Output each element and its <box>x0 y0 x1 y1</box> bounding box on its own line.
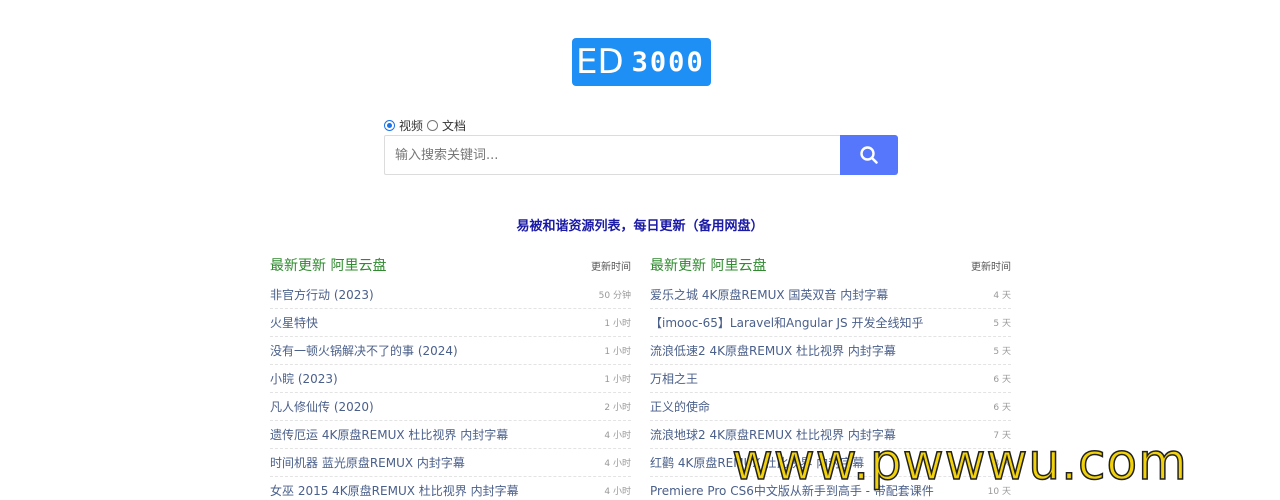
site-logo[interactable]: ED 3000 <box>572 38 711 86</box>
list-item-time: 4 小时 <box>604 459 631 469</box>
search-button[interactable] <box>840 135 898 175</box>
backup-list-link[interactable]: 易被和谐资源列表，每日更新（备用网盘） <box>0 215 1280 234</box>
list-item-time: 1 小时 <box>604 375 631 385</box>
list-item: 没有一顿火锅解决不了的事 (2024) 1 小时 <box>270 337 631 365</box>
list-time-header: 更新时间 <box>591 261 631 273</box>
list-item: 万相之王 6 天 <box>650 365 1011 393</box>
list-item: 时间机器 蓝光原盘REMUX 内封字幕 4 小时 <box>270 449 631 477</box>
list-item-link[interactable]: 非官方行动 (2023) <box>270 286 374 303</box>
radio-video-label[interactable]: 视频 <box>399 117 423 134</box>
list-item-link[interactable]: 凡人修仙传 (2020) <box>270 398 374 415</box>
list-item-time: 6 天 <box>993 375 1011 385</box>
radio-video[interactable] <box>384 120 395 131</box>
list-title: 最新更新 阿里云盘 <box>270 258 387 274</box>
list-item-link[interactable]: 小睆 (2023) <box>270 370 338 387</box>
list-item-link[interactable]: 爱乐之城 4K原盘REMUX 国英双音 内封字幕 <box>650 286 888 303</box>
list-item-time: 1 小时 <box>604 319 631 329</box>
watermark-text: www.pwwwu.com <box>731 432 1188 492</box>
search-input[interactable] <box>384 135 840 175</box>
list-item-link[interactable]: 流浪低速2 4K原盘REMUX 杜比视界 内封字幕 <box>650 342 896 359</box>
list-item: 女巫 2015 4K原盘REMUX 杜比视界 内封字幕 4 小时 <box>270 477 631 500</box>
list-header: 最新更新 阿里云盘 更新时间 <box>650 254 1011 276</box>
list-item: 火星特快 1 小时 <box>270 309 631 337</box>
list-header: 最新更新 阿里云盘 更新时间 <box>270 254 631 276</box>
search-icon <box>860 146 878 164</box>
list-item: 非官方行动 (2023) 50 分钟 <box>270 281 631 309</box>
list-time-header: 更新时间 <box>971 261 1011 273</box>
list-item: 小睆 (2023) 1 小时 <box>270 365 631 393</box>
logo-text-ed: ED <box>572 38 628 86</box>
list-item-link[interactable]: 正义的使命 <box>650 398 710 415</box>
list-item-link[interactable]: 女巫 2015 4K原盘REMUX 杜比视界 内封字幕 <box>270 482 519 499</box>
list-item: 爱乐之城 4K原盘REMUX 国英双音 内封字幕 4 天 <box>650 281 1011 309</box>
page: ED 3000 视频 文档 易被和谐资源列表，每日更新（备用网盘） 最新更新 阿… <box>0 0 1280 500</box>
list-item-link[interactable]: 【imooc-65】Laravel和Angular JS 开发全线知乎 <box>650 314 924 331</box>
search-type-selector: 视频 文档 <box>384 117 470 134</box>
radio-document-label[interactable]: 文档 <box>442 117 466 134</box>
list-item-link[interactable]: 遗传厄运 4K原盘REMUX 杜比视界 内封字幕 <box>270 426 508 443</box>
radio-document[interactable] <box>427 120 439 131</box>
list-item: 【imooc-65】Laravel和Angular JS 开发全线知乎 5 天 <box>650 309 1011 337</box>
list-item: 凡人修仙传 (2020) 2 小时 <box>270 393 631 421</box>
left-update-list: 最新更新 阿里云盘 更新时间 非官方行动 (2023) 50 分钟 火星特快 1… <box>270 254 631 500</box>
list-item-time: 2 小时 <box>604 403 631 413</box>
list-item-time: 5 天 <box>993 347 1011 357</box>
list-item-time: 4 小时 <box>604 431 631 441</box>
list-item-time: 6 天 <box>993 403 1011 413</box>
list-item-time: 5 天 <box>993 319 1011 329</box>
list-item: 遗传厄运 4K原盘REMUX 杜比视界 内封字幕 4 小时 <box>270 421 631 449</box>
list-item-time: 4 天 <box>993 291 1011 301</box>
list-item: 正义的使命 6 天 <box>650 393 1011 421</box>
list-item-link[interactable]: 万相之王 <box>650 370 698 387</box>
list-title: 最新更新 阿里云盘 <box>650 258 767 274</box>
search-bar <box>384 135 898 175</box>
list-item-link[interactable]: 时间机器 蓝光原盘REMUX 内封字幕 <box>270 454 465 471</box>
list-item-link[interactable]: 没有一顿火锅解决不了的事 (2024) <box>270 342 458 359</box>
list-item-time: 4 小时 <box>604 487 631 497</box>
list-item-time: 1 小时 <box>604 347 631 357</box>
logo-text-number: 3000 <box>627 38 711 86</box>
list-item-time: 50 分钟 <box>598 291 631 301</box>
list-item: 流浪低速2 4K原盘REMUX 杜比视界 内封字幕 5 天 <box>650 337 1011 365</box>
list-item-link[interactable]: 火星特快 <box>270 314 318 331</box>
